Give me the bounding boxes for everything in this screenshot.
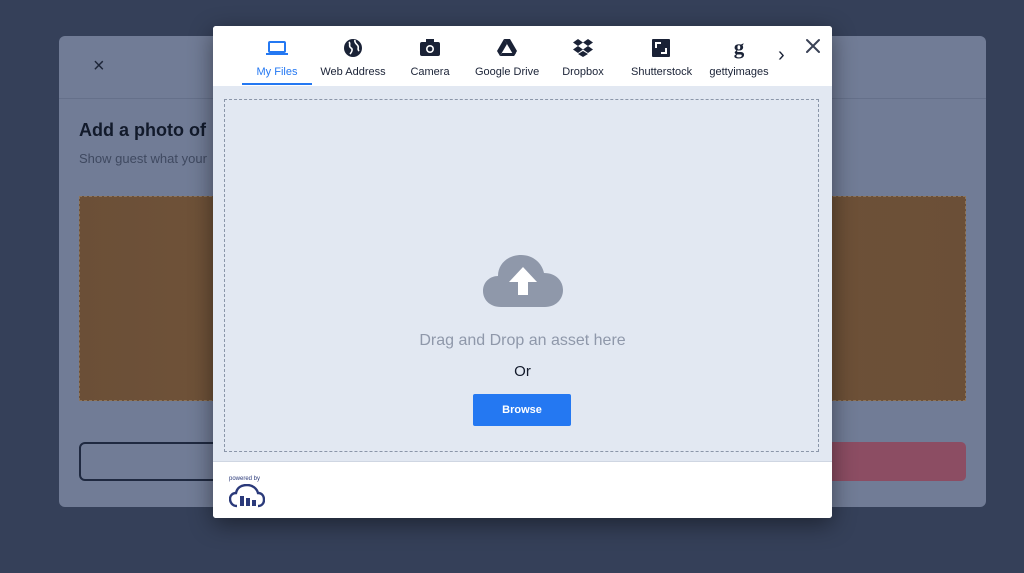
background-modal-subtitle: Show guest what your (79, 151, 207, 166)
tab-dropbox[interactable]: Dropbox (561, 34, 605, 84)
tab-label: Camera (410, 66, 450, 78)
globe-icon (344, 39, 362, 57)
tab-label: Dropbox (562, 66, 604, 78)
cloud-brand-logo-icon[interactable] (229, 484, 265, 508)
or-text: Or (514, 363, 531, 380)
cloud-upload-icon (483, 255, 563, 307)
tab-shutterstock[interactable]: Shutterstock (631, 34, 693, 84)
tabs-next-chevron-icon[interactable]: › (778, 44, 785, 67)
dropbox-icon (573, 39, 593, 57)
google-drive-icon (497, 39, 517, 56)
widget-footer: powered by (213, 462, 832, 518)
close-icon[interactable] (803, 36, 823, 56)
drop-area: Drag and Drop an asset here Or Browse (213, 86, 832, 462)
camera-icon (420, 39, 440, 56)
svg-text:g: g (734, 36, 745, 59)
tab-label: Google Drive (475, 66, 540, 78)
tab-label: My Files (256, 66, 298, 78)
tab-gettyimages[interactable]: g gettyimages (709, 34, 769, 84)
upload-widget: My Files Web Address Camera Google Drive… (213, 26, 832, 518)
drag-drop-text: Drag and Drop an asset here (419, 332, 626, 349)
tab-web-address[interactable]: Web Address (320, 34, 386, 84)
powered-by-text: powered by (229, 476, 261, 482)
tab-google-drive[interactable]: Google Drive (475, 34, 539, 84)
laptop-icon (266, 41, 288, 55)
tab-label: gettyimages (709, 66, 769, 78)
shutterstock-icon (652, 39, 670, 57)
background-close-icon[interactable]: × (93, 54, 105, 78)
tab-label: Web Address (320, 66, 386, 78)
tab-camera[interactable]: Camera (405, 34, 455, 84)
source-tabs: My Files Web Address Camera Google Drive… (213, 26, 832, 87)
background-modal-title: Add a photo of (79, 120, 206, 140)
browse-button[interactable]: Browse (473, 394, 571, 426)
gettyimages-icon: g (734, 36, 745, 59)
tab-my-files[interactable]: My Files (242, 34, 312, 85)
tab-label: Shutterstock (631, 66, 693, 78)
